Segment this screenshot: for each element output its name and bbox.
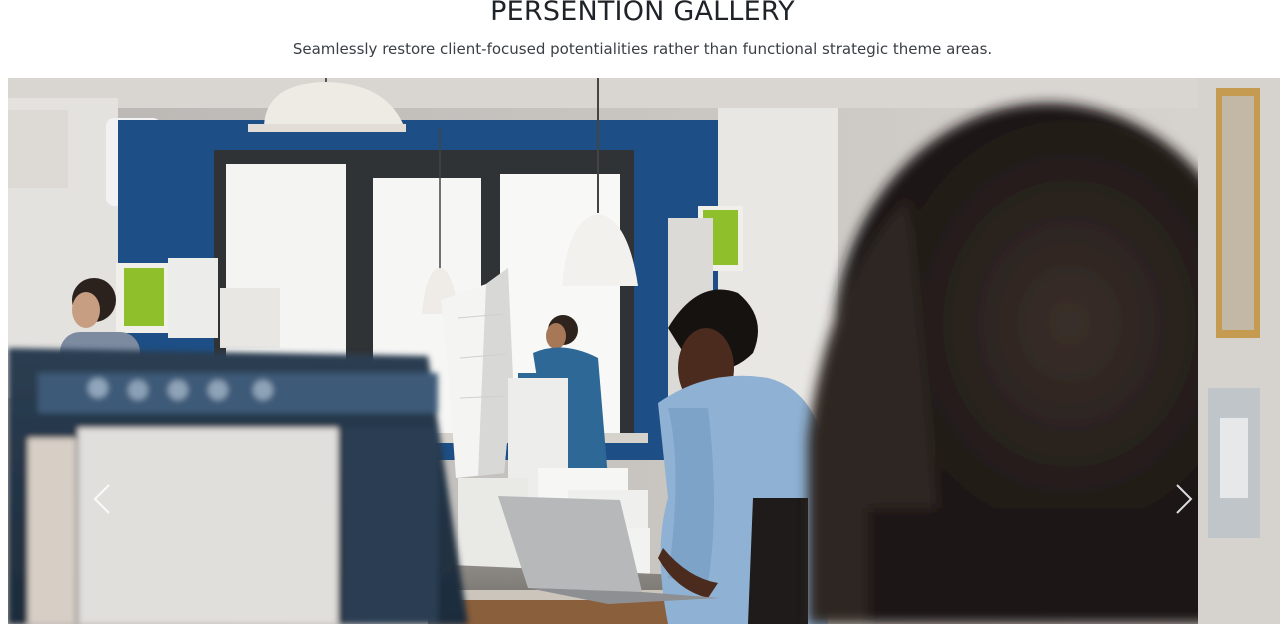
gallery-carousel: [8, 78, 1280, 624]
carousel-next-button[interactable]: [1162, 473, 1206, 529]
chevron-left-icon: [91, 483, 113, 519]
chevron-right-icon: [1173, 483, 1195, 519]
carousel-prev-button[interactable]: [80, 473, 124, 529]
gallery-title: PERSENTION GALLERY: [490, 0, 795, 27]
slide-image: [8, 78, 1280, 624]
gallery-subtitle: Seamlessly restore client-focused potent…: [292, 40, 993, 58]
